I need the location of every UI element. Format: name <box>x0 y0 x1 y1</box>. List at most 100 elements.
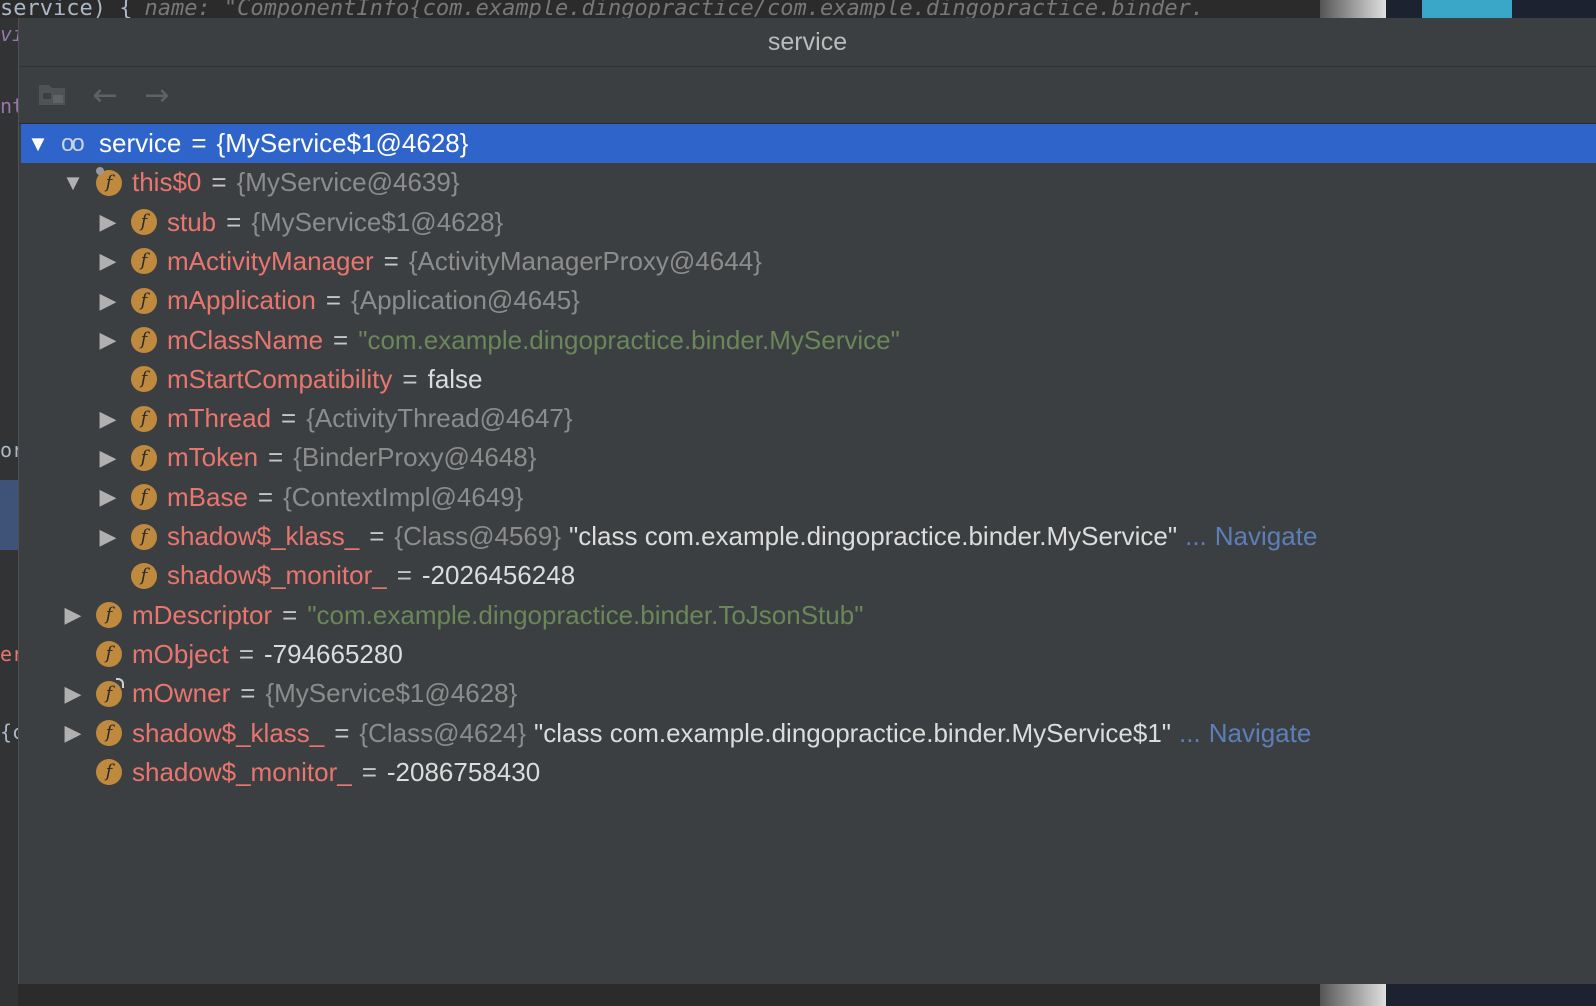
tree-row[interactable]: ▶ f mClassName = "com.example.dingopractice.… <box>21 321 1596 360</box>
background-fragment: {c <box>0 720 18 744</box>
tree-row[interactable]: ▶ f mThread = {ActivityThread@4647} <box>21 399 1596 438</box>
variable-name: mToken <box>167 442 259 473</box>
field-icon: f <box>131 523 157 550</box>
variable-name: mApplication <box>167 285 316 316</box>
navigate-link[interactable]: Navigate <box>1209 718 1312 749</box>
background-fragment: vi <box>0 22 18 46</box>
variable-name: mThread <box>167 403 272 434</box>
background-selection-block <box>0 480 18 550</box>
watch-glasses-icon: oo <box>61 129 85 157</box>
background-fragment: er( <box>0 642 18 666</box>
variable-value: "com.example.dingopractice.binder.ToJson… <box>307 599 864 630</box>
expand-arrow-icon[interactable]: ▶ <box>95 327 121 353</box>
variable-value: {Class@4569} <box>394 521 562 551</box>
tree-row[interactable]: ▶ f mActivityManager = {ActivityManagerProxy… <box>21 242 1596 281</box>
tree-row[interactable]: ▶ f shadow$_klass_ = {Class@4569} "class com.… <box>21 517 1596 556</box>
tree-row[interactable]: ▶ f shadow$_klass_ = {Class@4624} "class com.… <box>21 714 1596 753</box>
variable-name: mObject <box>132 638 229 669</box>
field-icon: f <box>131 484 157 511</box>
navigate-link[interactable]: Navigate <box>1215 521 1318 552</box>
equals-sign: = <box>282 599 298 630</box>
collapse-arrow-icon[interactable]: ▼ <box>60 170 86 196</box>
expand-arrow-icon[interactable]: ▶ <box>95 524 121 550</box>
equals-sign: = <box>238 638 254 669</box>
field-icon: f <box>96 759 122 786</box>
expand-arrow-icon[interactable]: ▶ <box>95 484 121 510</box>
equals-sign: = <box>257 481 274 512</box>
field-icon: f <box>96 166 122 196</box>
expand-arrow-icon[interactable]: ▶ <box>95 406 121 432</box>
equals-sign: = <box>334 717 350 748</box>
tree-row[interactable]: f shadow$_monitor_ = -2026456248 <box>21 556 1596 595</box>
variable-name: shadow$_monitor_ <box>132 756 352 787</box>
background-thumb <box>1320 0 1386 18</box>
evaluate-popup: service ← → ▼ oo service = {MyService$1@4628… <box>18 18 1596 984</box>
tree-row[interactable]: f mStartCompatibility = false <box>21 360 1596 399</box>
variable-value: {ActivityManagerProxy@4644} <box>408 245 762 276</box>
tree-row[interactable]: f shadow$_monitor_ = -2086758430 <box>21 753 1596 792</box>
tree-row[interactable]: ▶ f mOwner = {MyService$1@4628} <box>21 674 1596 713</box>
variable-value: {BinderProxy@4648} <box>293 442 537 473</box>
tree-row[interactable]: ▶ f stub = {MyService$1@4628} <box>21 203 1596 242</box>
field-icon: f <box>131 562 157 589</box>
field-icon: f <box>131 366 157 393</box>
variable-string-value: "class com.example.dingopractice.binder.… <box>569 521 1178 551</box>
ellipsis-link[interactable]: ... <box>1179 718 1201 749</box>
variable-value: {MyService@4639} <box>236 167 460 198</box>
variable-value: {ContextImpl@4649} <box>283 481 524 512</box>
equals-sign: = <box>268 442 284 473</box>
tree-row[interactable]: ▼ oo service = {MyService$1@4628} <box>21 124 1596 163</box>
variable-value: {Class@4624} <box>359 717 527 748</box>
field-icon: f <box>131 209 157 236</box>
tree-row[interactable]: ▼ f this$0 = {MyService@4639} <box>21 163 1596 202</box>
background-code-text: service) { <box>0 0 133 18</box>
collapse-arrow-icon[interactable]: ▼ <box>25 131 51 157</box>
expand-arrow-icon[interactable]: ▶ <box>60 720 86 746</box>
field-icon: f <box>96 677 124 707</box>
expand-arrow-icon[interactable]: ▶ <box>60 681 86 707</box>
variable-value: {MyService$1@4628} <box>251 206 504 237</box>
variable-name: service <box>99 128 182 158</box>
equals-sign: = <box>226 206 242 237</box>
forward-button[interactable]: → <box>137 75 177 115</box>
tree-row[interactable]: ▶ f mToken = {BinderProxy@4648} <box>21 438 1596 477</box>
expand-arrow-icon[interactable]: ▶ <box>95 288 121 314</box>
back-button[interactable]: ← <box>85 75 125 115</box>
equals-sign: = <box>396 560 412 591</box>
variable-name: mStartCompatibility <box>167 363 393 394</box>
variable-name: mDescriptor <box>132 599 273 630</box>
variable-string-value: "class com.example.dingopractice.binder.… <box>534 717 1172 748</box>
variable-value: {MyService$1@4628} <box>265 678 518 709</box>
background-thumb <box>1422 0 1512 18</box>
field-icon: f <box>96 602 122 629</box>
equals-sign: = <box>325 285 342 316</box>
ellipsis-link[interactable]: ... <box>1185 521 1207 552</box>
tree-row[interactable]: ▶ f mDescriptor = "com.example.dingopractice… <box>21 596 1596 635</box>
field-icon: f <box>131 444 157 471</box>
background-thumb <box>1320 984 1386 1006</box>
tree-row[interactable]: ▶ f mBase = {ContextImpl@4649} <box>21 478 1596 517</box>
popup-title[interactable]: service <box>19 18 1596 67</box>
popup-toolbar: ← → <box>19 67 1596 124</box>
variable-name: stub <box>167 206 217 237</box>
expand-arrow-icon[interactable]: ▶ <box>95 209 121 235</box>
expand-arrow-icon[interactable]: ▶ <box>95 445 121 471</box>
background-bottom-area <box>18 984 1320 1006</box>
equals-sign: = <box>240 678 256 709</box>
background-code-hint: name: "ComponentInfo{com.example.dingopr… <box>144 0 1205 18</box>
tree-row[interactable]: ▶ f mApplication = {Application@4645} <box>21 281 1596 320</box>
equals-sign: = <box>333 324 349 355</box>
variable-value: -794665280 <box>264 638 403 669</box>
equals-sign: = <box>369 521 385 551</box>
field-icon: f <box>96 641 122 668</box>
equals-sign: = <box>281 403 297 434</box>
jump-to-source-button[interactable] <box>33 75 73 115</box>
variable-value: "com.example.dingopractice.binder.MyServ… <box>358 324 900 355</box>
back-arrow-icon: ← <box>92 77 118 113</box>
variable-name: this$0 <box>132 167 202 198</box>
expand-arrow-icon[interactable]: ▶ <box>95 248 121 274</box>
expand-arrow-icon[interactable]: ▶ <box>60 602 86 628</box>
variable-value: {Application@4645} <box>351 285 580 316</box>
tree-row[interactable]: f mObject = -794665280 <box>21 635 1596 674</box>
variable-name: mActivityManager <box>167 245 374 276</box>
